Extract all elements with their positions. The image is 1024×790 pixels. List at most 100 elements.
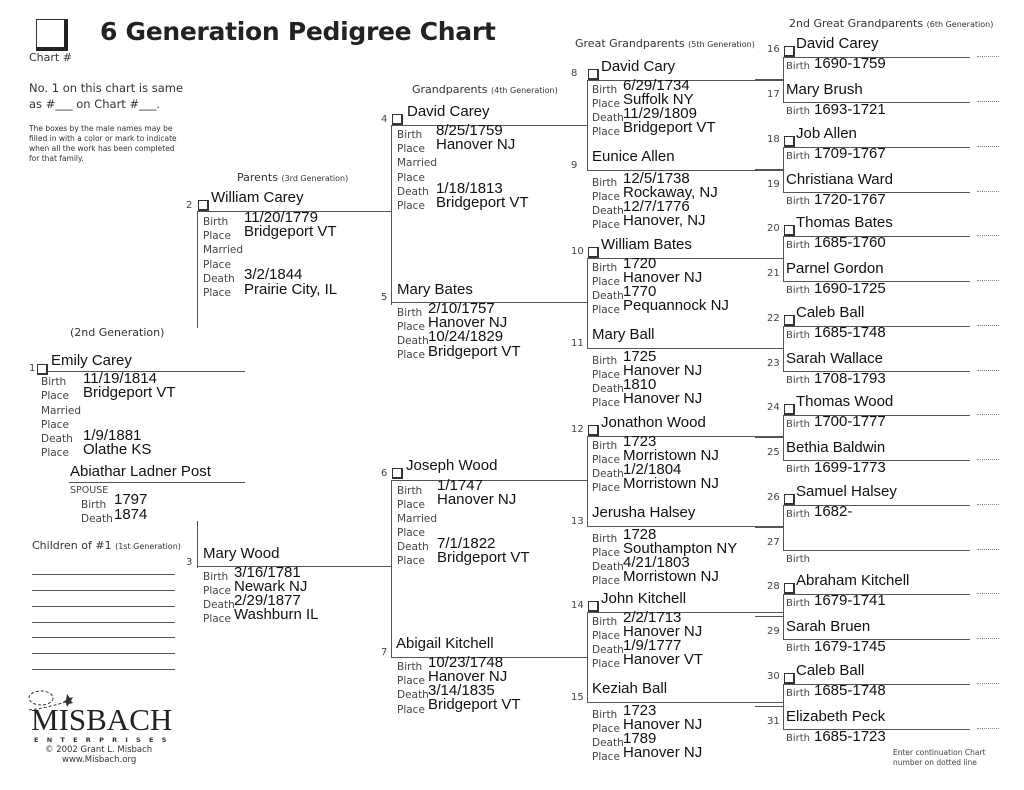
- person-11-death-place[interactable]: Hanover NJ: [623, 391, 702, 406]
- person-1-birth-place[interactable]: Bridgeport VT: [83, 385, 176, 400]
- person-6-name[interactable]: Joseph Wood: [406, 457, 497, 474]
- person-9-name[interactable]: Eunice Allen: [592, 148, 675, 165]
- person-3-name[interactable]: Mary Wood: [203, 545, 279, 562]
- person-7-name[interactable]: Abigail Kitchell: [396, 635, 494, 652]
- continuation-dotted-line[interactable]: [977, 56, 999, 57]
- person-13-death-place[interactable]: Morristown NJ: [623, 569, 719, 584]
- gen6-person-birth[interactable]: 1685-1723: [814, 729, 886, 744]
- person-2-death[interactable]: 3/2/1844: [244, 267, 302, 282]
- person-10-death-place[interactable]: Pequannock NJ: [623, 298, 729, 313]
- gen6-person-name[interactable]: Thomas Wood: [796, 393, 893, 410]
- gen6-person-birth[interactable]: 1685-1760: [814, 235, 886, 250]
- person-8-death-place[interactable]: Bridgeport VT: [623, 120, 716, 135]
- continuation-dotted-line[interactable]: [977, 369, 999, 371]
- gen6-person-name[interactable]: Job Allen: [796, 125, 857, 142]
- gen6-person-name[interactable]: Caleb Ball: [796, 662, 864, 679]
- child-line[interactable]: [32, 574, 175, 575]
- continuation-dotted-line[interactable]: [977, 503, 999, 505]
- person-2-birth-place[interactable]: Bridgeport VT: [244, 224, 337, 239]
- completion-checkbox[interactable]: [588, 601, 599, 612]
- gen6-person-name[interactable]: Caleb Ball: [796, 304, 864, 321]
- person-6-death-place[interactable]: Bridgeport VT: [437, 550, 530, 565]
- gen6-person-name[interactable]: Elizabeth Peck: [786, 708, 885, 725]
- child-line[interactable]: [32, 590, 175, 591]
- completion-checkbox[interactable]: [588, 247, 599, 258]
- completion-checkbox[interactable]: [588, 425, 599, 436]
- person-15-death-place[interactable]: Hanover NJ: [623, 745, 702, 760]
- spouse-death[interactable]: 1874: [114, 507, 147, 522]
- child-line[interactable]: [32, 653, 175, 654]
- continuation-dotted-line[interactable]: [977, 459, 999, 460]
- completion-checkbox[interactable]: [37, 364, 48, 375]
- continuation-dotted-line[interactable]: [977, 638, 999, 639]
- gen6-person-birth[interactable]: 1690-1759: [814, 56, 886, 71]
- gen6-person-birth[interactable]: 1699-1773: [814, 460, 886, 475]
- completion-checkbox[interactable]: [784, 314, 795, 326]
- person-4-name[interactable]: David Carey: [407, 103, 490, 120]
- completion-checkbox[interactable]: [392, 468, 403, 479]
- person-4-death-place[interactable]: Bridgeport VT: [436, 195, 529, 210]
- completion-checkbox[interactable]: [784, 583, 795, 594]
- person-6-birth-place[interactable]: Hanover NJ: [437, 492, 516, 507]
- person-2-death-place[interactable]: Prairie City, IL: [244, 282, 337, 297]
- person-13-name[interactable]: Jerusha Halsey: [592, 504, 695, 521]
- child-line[interactable]: [32, 622, 175, 623]
- person-14-name[interactable]: John Kitchell: [601, 590, 686, 607]
- gen6-person-birth[interactable]: 1700-1777: [814, 414, 886, 429]
- continuation-dotted-line[interactable]: [977, 145, 999, 147]
- completion-checkbox[interactable]: [588, 69, 599, 80]
- person-12-death-place[interactable]: Morristown NJ: [623, 476, 719, 491]
- gen6-person-name[interactable]: Parnel Gordon: [786, 260, 884, 277]
- person-8-name[interactable]: David Cary: [601, 58, 675, 75]
- person-5-death[interactable]: 10/24/1829: [428, 329, 503, 344]
- person-9-death-place[interactable]: Hanover, NJ: [623, 213, 706, 228]
- continuation-dotted-line[interactable]: [977, 324, 999, 326]
- gen6-person-name[interactable]: Mary Brush: [786, 81, 863, 98]
- gen6-person-birth[interactable]: 1708-1793: [814, 371, 886, 386]
- completion-checkbox[interactable]: [784, 404, 795, 415]
- child-line[interactable]: [32, 606, 175, 607]
- continuation-dotted-line[interactable]: [977, 727, 999, 729]
- completion-checkbox[interactable]: [784, 672, 795, 684]
- person-3-death-place[interactable]: Washburn IL: [234, 607, 319, 622]
- person-5-name[interactable]: Mary Bates: [397, 281, 473, 298]
- person-15-name[interactable]: Keziah Ball: [592, 680, 667, 697]
- gen6-person-birth[interactable]: 1690-1725: [814, 281, 886, 296]
- person-10-name[interactable]: William Bates: [601, 236, 692, 253]
- completion-checkbox[interactable]: [784, 135, 795, 147]
- completion-checkbox[interactable]: [784, 225, 795, 236]
- person-1-name[interactable]: Emily Carey: [51, 352, 132, 369]
- gen6-person-name[interactable]: Bethia Baldwin: [786, 439, 885, 456]
- gen6-person-name[interactable]: Sarah Bruen: [786, 618, 870, 635]
- person-2-name[interactable]: William Carey: [211, 189, 304, 206]
- gen6-person-birth[interactable]: 1679-1745: [814, 639, 886, 654]
- website-link[interactable]: www.Misbach.org: [62, 755, 136, 765]
- gen6-person-birth[interactable]: 1679-1741: [814, 593, 886, 608]
- continuation-dotted-line[interactable]: [977, 548, 999, 550]
- gen6-person-birth[interactable]: 1720-1767: [814, 192, 886, 207]
- gen6-person-name[interactable]: Abraham Kitchell: [796, 572, 909, 589]
- gen6-person-birth[interactable]: 1709-1767: [814, 146, 886, 161]
- person-5-death-place[interactable]: Bridgeport VT: [428, 344, 521, 359]
- spouse-name[interactable]: Abiathar Ladner Post: [70, 463, 211, 480]
- gen6-person-birth[interactable]: 1685-1748: [814, 683, 886, 698]
- continuation-dotted-line[interactable]: [977, 593, 999, 594]
- child-line[interactable]: [32, 669, 175, 670]
- person-4-birth-place[interactable]: Hanover NJ: [436, 137, 515, 152]
- gen6-person-name[interactable]: Samuel Halsey: [796, 483, 897, 500]
- completion-checkbox[interactable]: [784, 493, 795, 505]
- gen6-person-birth[interactable]: 1685-1748: [814, 325, 886, 340]
- gen6-person-birth[interactable]: 1682-: [814, 504, 852, 519]
- person-7-death-place[interactable]: Bridgeport VT: [428, 697, 521, 712]
- gen6-person-name[interactable]: Sarah Wallace: [786, 350, 883, 367]
- child-line[interactable]: [32, 637, 175, 638]
- continuation-dotted-line[interactable]: [977, 190, 999, 192]
- continuation-dotted-line[interactable]: [977, 101, 999, 102]
- person-11-name[interactable]: Mary Ball: [592, 326, 655, 343]
- completion-checkbox[interactable]: [784, 46, 795, 57]
- gen6-person-name[interactable]: David Carey: [796, 35, 879, 52]
- person-12-name[interactable]: Jonathon Wood: [601, 414, 706, 431]
- gen6-person-name[interactable]: Thomas Bates: [796, 214, 893, 231]
- continuation-dotted-line[interactable]: [977, 235, 999, 236]
- continuation-dotted-line[interactable]: [977, 414, 999, 415]
